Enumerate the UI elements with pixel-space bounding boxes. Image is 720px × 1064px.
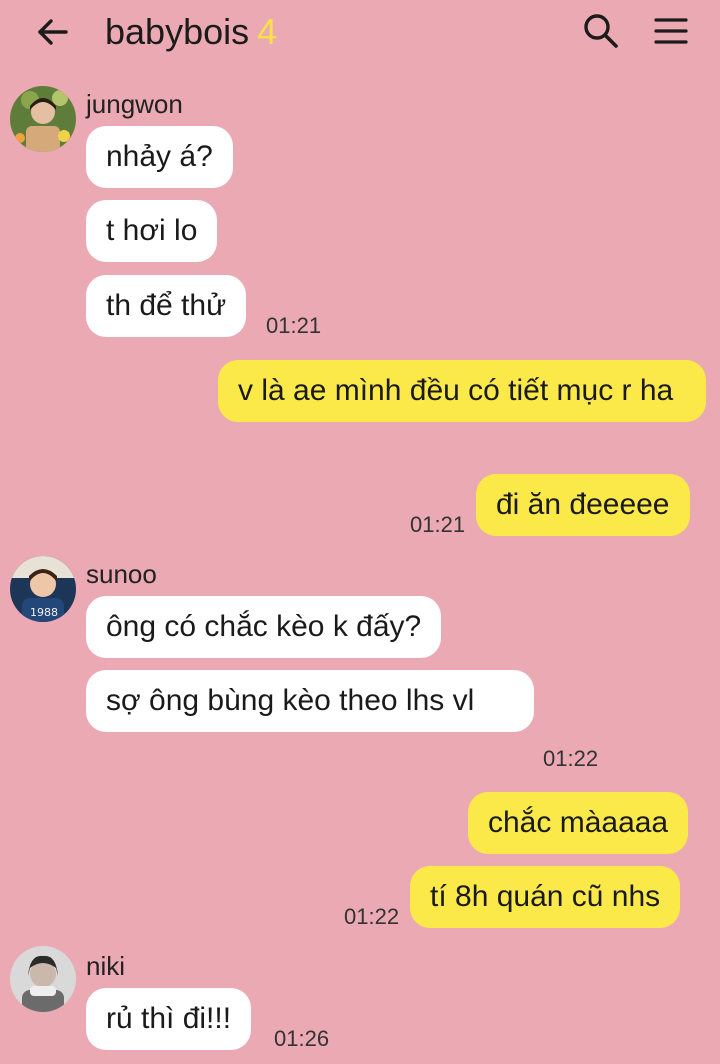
- message-time: 01:26: [274, 1026, 330, 1051]
- svg-text:1988: 1988: [30, 606, 58, 619]
- message-bubble[interactable]: t hơi lo: [86, 200, 218, 262]
- message-bubble-own[interactable]: tí 8h quán cũ nhs: [410, 866, 681, 928]
- message-bubble-own[interactable]: chắc màaaaa: [468, 792, 689, 854]
- chat-screen: babybois 4 jungwon nhảy á? t hơi lo th đ…: [0, 0, 720, 1064]
- message-time: 01:21: [266, 313, 322, 338]
- sender-name-jungwon: jungwon: [86, 89, 183, 119]
- back-arrow-icon[interactable]: [28, 8, 76, 56]
- search-icon[interactable]: [578, 8, 624, 54]
- avatar-sunoo[interactable]: 1988: [10, 556, 76, 622]
- chat-header: babybois 4: [0, 0, 720, 66]
- message-bubble[interactable]: rủ thì đi!!!: [86, 988, 252, 1050]
- message-bubble[interactable]: th để thử: [86, 275, 247, 337]
- message-time: 01:22: [543, 746, 599, 771]
- message-bubble[interactable]: nhảy á?: [86, 126, 233, 188]
- message-bubble[interactable]: sợ ông bùng kèo theo lhs vl: [86, 670, 534, 732]
- message-bubble-own[interactable]: v là ae mình đều có tiết mục r ha: [218, 360, 706, 422]
- avatar-jungwon[interactable]: [10, 86, 76, 152]
- chat-title: babybois 4: [105, 10, 277, 54]
- group-name: babybois: [105, 11, 250, 52]
- message-bubble-own[interactable]: đi ăn đeeeee: [476, 474, 690, 536]
- sender-name-sunoo: sunoo: [86, 559, 157, 589]
- avatar-niki[interactable]: [10, 946, 76, 1012]
- member-count: 4: [257, 11, 278, 52]
- message-time: 01:22: [344, 904, 400, 929]
- message-bubble[interactable]: ông có chắc kèo k đấy?: [86, 596, 442, 658]
- menu-icon[interactable]: [648, 8, 694, 54]
- sender-name-niki: niki: [86, 951, 126, 981]
- message-time: 01:21: [410, 512, 466, 537]
